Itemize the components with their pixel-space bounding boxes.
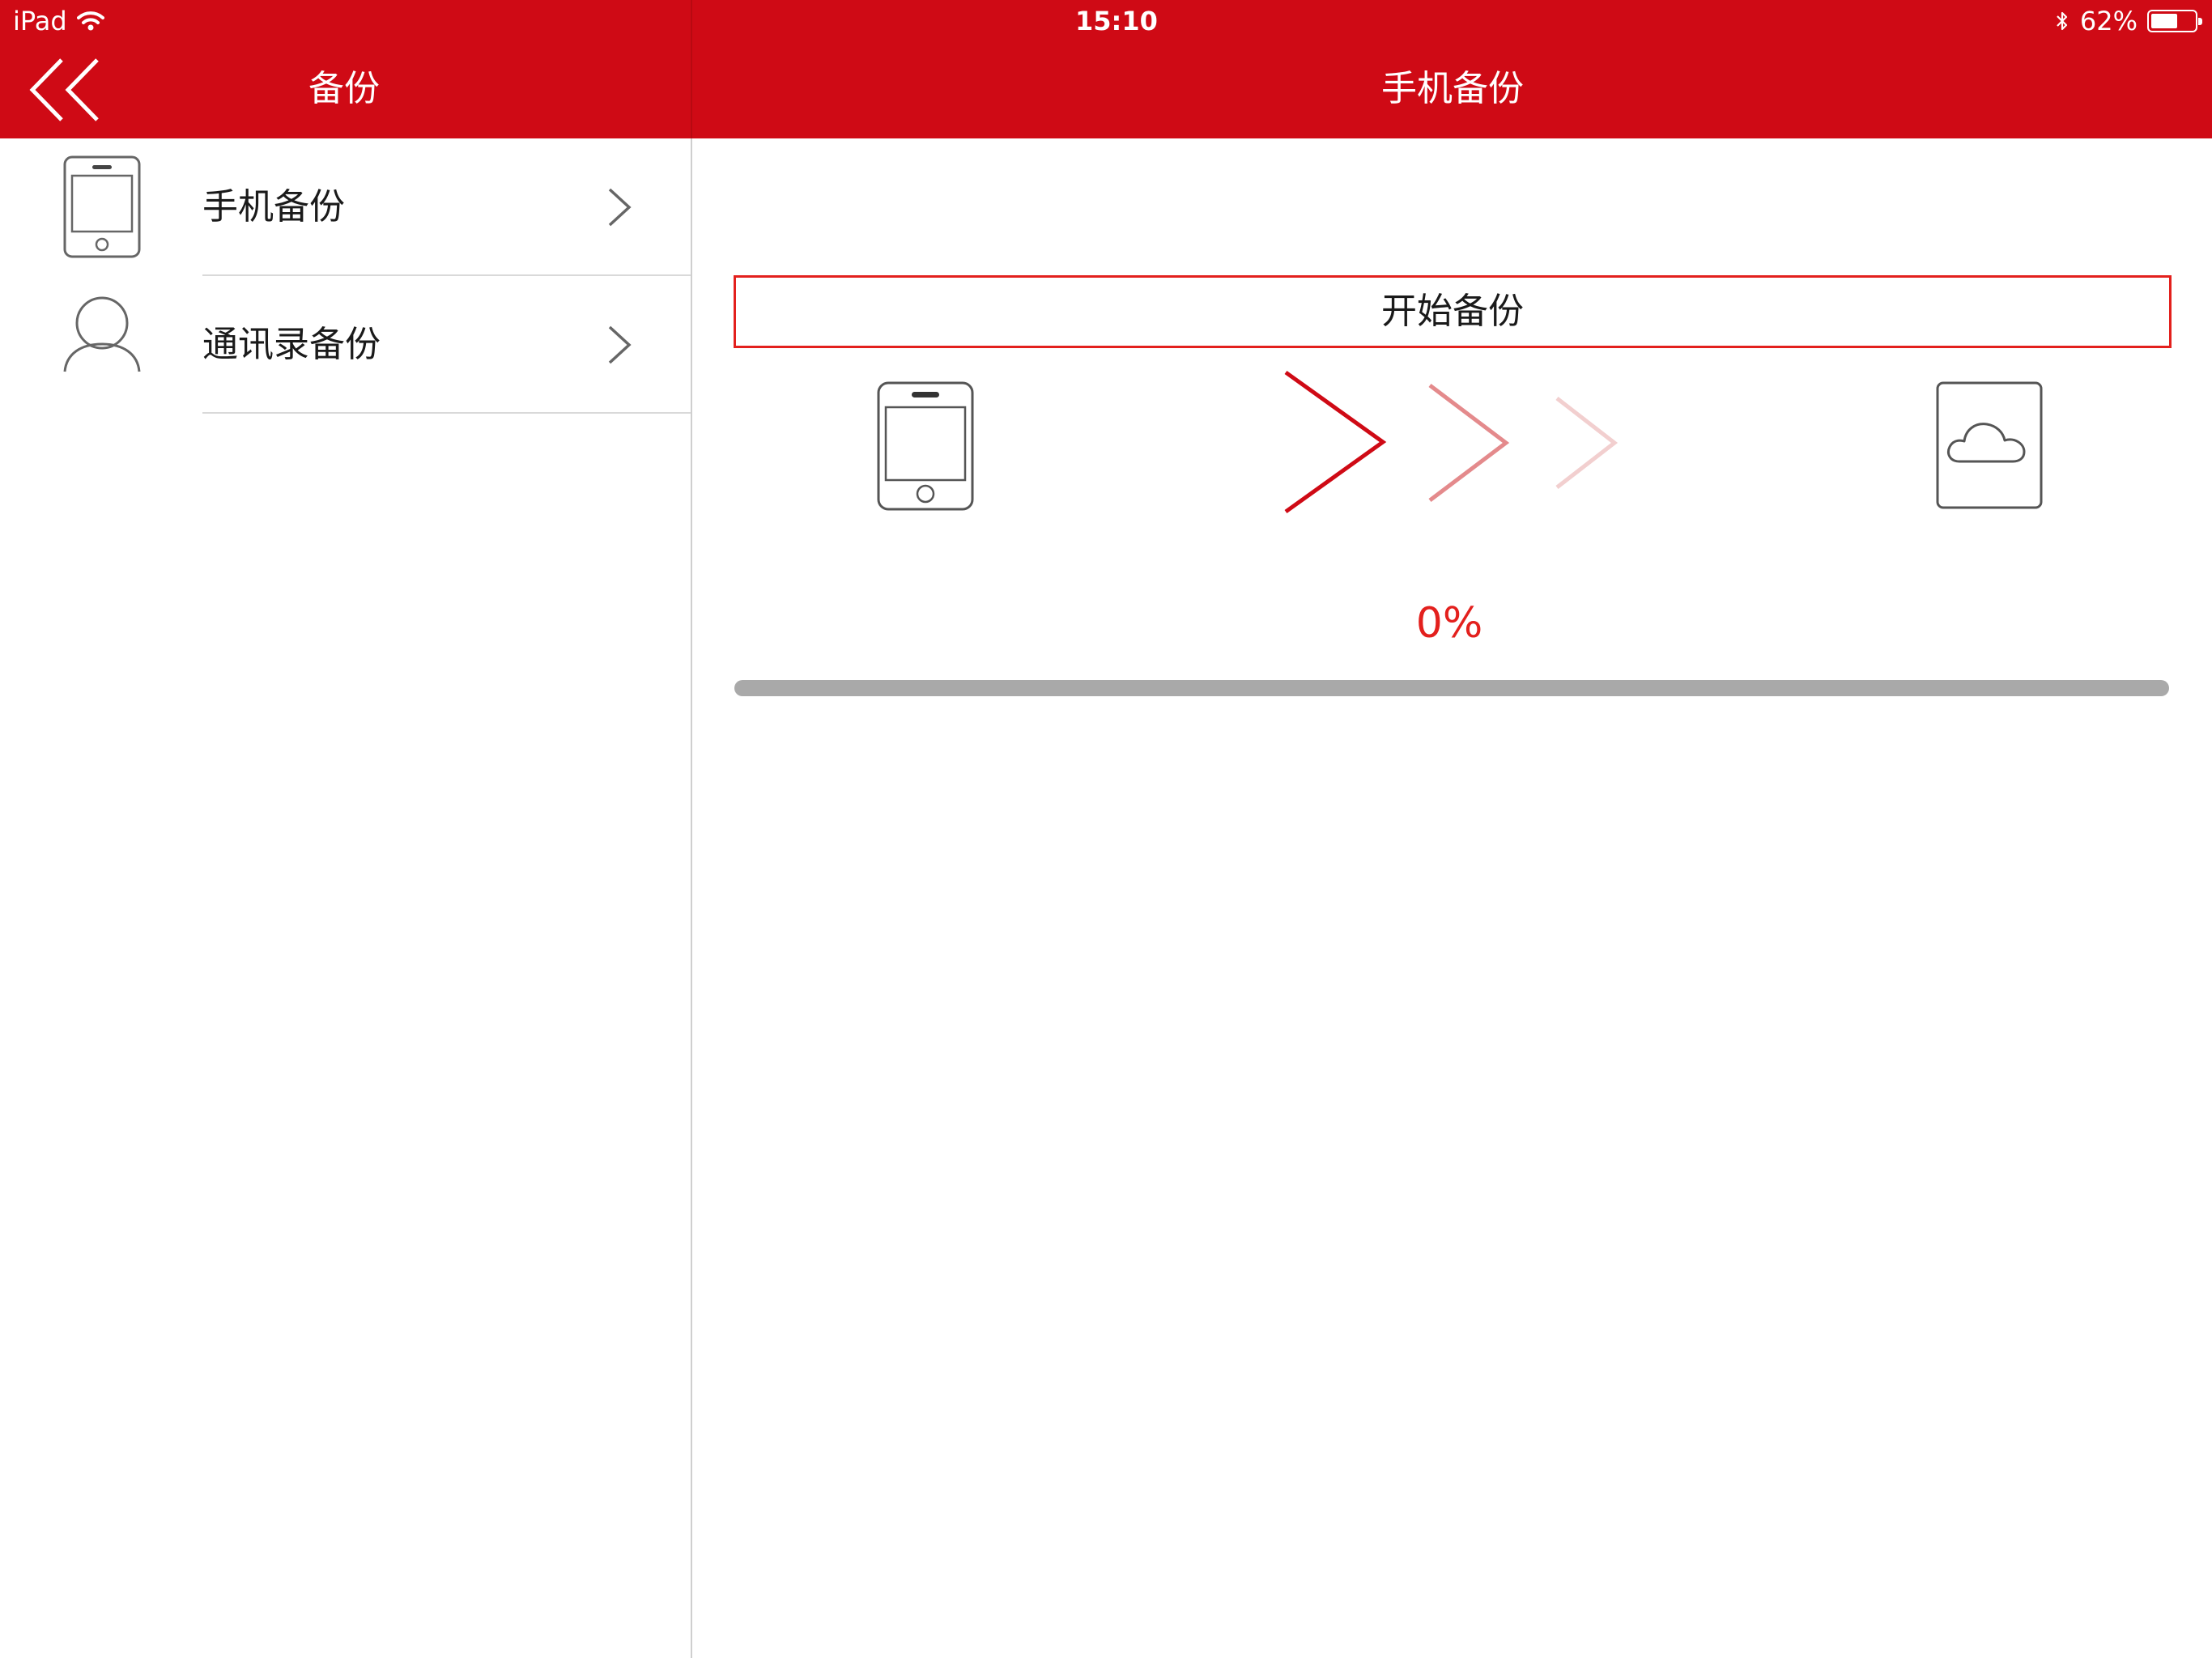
sidebar-item-phone-backup[interactable]: 手机备份 xyxy=(0,138,691,276)
phone-icon xyxy=(877,381,974,511)
status-time: 15:10 xyxy=(1075,6,1158,36)
separator xyxy=(202,412,691,414)
wifi-icon xyxy=(76,11,104,31)
transfer-arrow-icon xyxy=(1555,397,1619,489)
header-divider xyxy=(691,0,692,138)
sidebar-item-label: 手机备份 xyxy=(202,186,345,227)
cloud-icon xyxy=(1936,381,2043,509)
device-name: iPad xyxy=(13,6,67,36)
top-bar: iPad 15:10 62% 备份 手机备份 xyxy=(0,0,2212,138)
contact-person-icon xyxy=(63,296,141,372)
sidebar-title: 备份 xyxy=(308,68,380,109)
back-button[interactable] xyxy=(29,57,102,123)
bluetooth-icon xyxy=(2057,11,2067,31)
split-divider xyxy=(691,0,692,1658)
sidebar: 手机备份 通讯录备份 xyxy=(0,138,691,1658)
double-chevron-left-icon xyxy=(29,58,99,121)
progress-bar xyxy=(734,680,2169,696)
chevron-right-icon xyxy=(608,188,632,227)
transfer-arrow-icon xyxy=(1428,384,1510,502)
page-title: 手机备份 xyxy=(1381,68,1524,109)
status-bar-right: 62% xyxy=(2056,5,2202,37)
phone-icon xyxy=(63,155,141,258)
battery-percentage: 62% xyxy=(2079,6,2138,36)
sidebar-item-label: 通讯录备份 xyxy=(202,324,381,365)
status-bar-left: iPad xyxy=(13,5,104,37)
chevron-right-icon xyxy=(608,325,632,364)
transfer-arrow-icon xyxy=(1284,370,1387,514)
battery-icon xyxy=(2147,10,2202,32)
start-backup-button[interactable]: 开始备份 xyxy=(734,275,2172,348)
progress-percentage: 0% xyxy=(1415,599,1483,648)
sidebar-item-contacts-backup[interactable]: 通讯录备份 xyxy=(0,276,691,414)
